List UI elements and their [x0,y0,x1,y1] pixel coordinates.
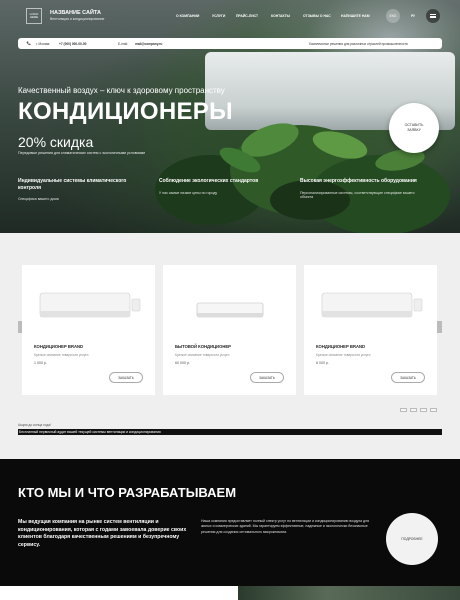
hero-discount: 20% скидка [18,134,94,150]
leave-request-button[interactable]: ОСТАВИТЬ ЗАЯВКУ [389,103,439,153]
product-price: 60 000 р. [175,361,190,365]
bottom-white-area [0,586,238,600]
about-title: КТО МЫ И ЧТО РАЗРАБАТЫВАЕМ [18,485,237,500]
carousel-dot[interactable] [430,408,437,412]
language-eng-button[interactable]: ENG [386,9,400,23]
leave-request-label: ОСТАВИТЬ ЗАЯВКУ [404,123,424,132]
product-desc: Краткое описание товара или услуги [316,353,371,357]
order-button[interactable]: ЗАКАЗАТЬ [391,372,425,383]
product-price: 1 000 р. [34,361,47,365]
product-desc: Краткое описание товара или услуги [175,353,230,357]
nav-about[interactable]: О КОМПАНИИ [176,14,199,18]
product-card[interactable]: БЫТОВОЙ КОНДИЦИОНЕР Краткое описание тов… [163,265,296,395]
hero-section: LOGO HERE НАЗВАНИЕ САЙТА Вентиляция и ко… [0,0,460,233]
air-conditioner-image [39,292,141,318]
feature-title: Индивидуальные системы климатического ко… [18,178,127,191]
contact-email[interactable]: mail@company.ru [135,42,162,46]
product-card[interactable]: КОНДИЦИОНЕР BRAND Краткое описание товар… [22,265,155,395]
feature-item: Индивидуальные системы климатического ко… [18,178,143,202]
order-button[interactable]: ЗАКАЗАТЬ [250,372,284,383]
about-lead: Мы ведущая компания на рынке систем вент… [18,519,187,548]
feature-desc: Персонализированные системы, соответству… [300,190,415,200]
feature-item: Высокая энергоэффективность оборудования… [300,178,425,200]
site-subtitle: Вентиляция и кондиционирование [50,17,105,21]
order-button[interactable]: ЗАКАЗАТЬ [109,372,143,383]
product-name: КОНДИЦИОНЕР BRAND [34,344,84,349]
products-section: ‹ › КОНДИЦИОНЕР BRAND Краткое описание т… [0,233,460,459]
product-name: БЫТОВОЙ КОНДИЦИОНЕР [175,344,231,349]
bottom-forest-image [238,586,460,600]
air-conditioner-image [321,292,423,318]
feature-title: Соблюдение экологических стандартов [159,178,259,184]
nav-services[interactable]: УСЛУГИ [212,14,225,18]
nav-reviews[interactable]: ОТЗЫВЫ О НАС [303,14,331,18]
more-button[interactable]: ПОДРОБНЕЕ [386,513,438,565]
carousel-dot[interactable] [410,408,417,412]
logo-text: LOGO HERE [29,11,39,19]
language-ru-button[interactable]: РУ [406,9,420,23]
carousel-dot[interactable] [420,408,427,412]
air-conditioner-image [196,302,264,318]
product-card[interactable]: КОНДИЦИОНЕР BRAND Краткое описание товар… [304,265,437,395]
feature-item: Соблюдение экологических стандартов У на… [159,178,284,195]
hero-kicker: Качественный воздух – ключ к здоровому п… [18,86,225,95]
nav-price-list[interactable]: ПРАЙС-ЛИСТ [236,14,258,18]
about-section: КТО МЫ И ЧТО РАЗРАБАТЫВАЕМ Мы ведущая ко… [0,459,460,600]
contact-bar: г. Москва +7 (000) 000-00-00 E-mail: mai… [18,38,442,49]
phone-icon [26,41,31,46]
product-price: 6 000 р. [316,361,329,365]
nav-write-us[interactable]: НАПИШИТЕ НАМ [341,14,370,18]
contact-city: г. Москва [36,41,50,46]
carousel-dot[interactable] [400,408,407,412]
contact-tagline: Комплексные решения для различных отрасл… [309,41,408,46]
nav-contacts[interactable]: КОНТАКТЫ [271,14,290,18]
product-name: КОНДИЦИОНЕР BRAND [316,344,366,349]
hero-title: КОНДИЦИОНЕРЫ [18,98,233,125]
hero-description: Передовые решения для климатических сист… [18,151,146,155]
feature-title: Высокая энергоэффективность оборудования [300,178,417,184]
site-name: НАЗВАНИЕ САЙТА [50,10,101,16]
contact-phone[interactable]: +7 (000) 000-00-00 [59,42,86,46]
logo[interactable]: LOGO HERE [26,8,42,24]
promo-label: Акция до конца года! [18,423,51,427]
product-desc: Краткое описание товара или услуги [34,353,89,357]
feature-desc: Специфика вашего дома [18,197,59,201]
about-text: Наша компания предоставляет полный спект… [201,519,370,534]
carousel-pagination[interactable] [400,408,437,412]
feature-desc: У нас самые низкие цены по городу [159,190,218,195]
contact-email-label: E-mail: [118,41,128,46]
promo-banner: Бесплатный первичный аудит вашей текущей… [18,429,442,435]
menu-icon[interactable] [426,9,440,23]
